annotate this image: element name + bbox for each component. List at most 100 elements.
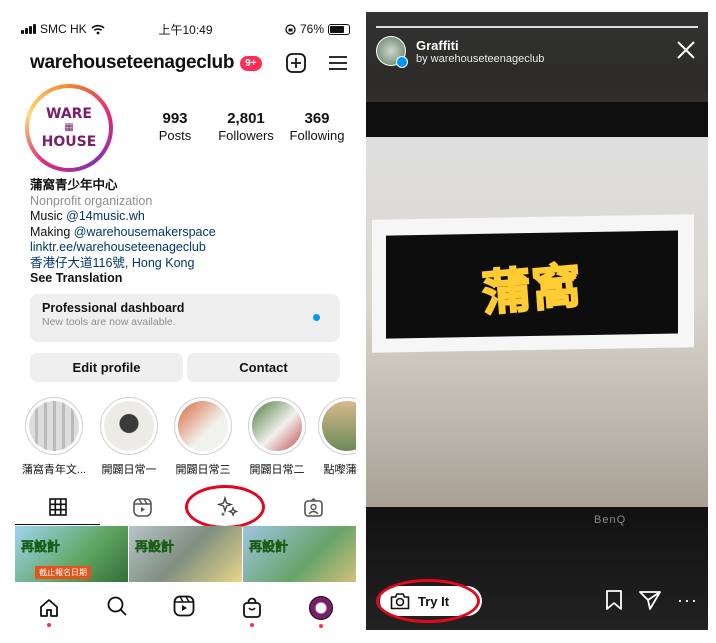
nav-search[interactable] [106, 595, 128, 622]
more-options-icon[interactable]: ··· [677, 591, 698, 609]
highlight-item[interactable]: 開闢日常二 [244, 397, 310, 477]
address-link[interactable]: 香港仔大道116號, Hong Kong [30, 256, 216, 272]
monitor-brand: BenQ [594, 514, 627, 526]
profile-avatar[interactable]: WARE ▦ HOUSE [25, 84, 113, 172]
stat-posts[interactable]: 993 Posts [142, 110, 208, 143]
stat-label: Posts [158, 128, 192, 143]
category-label: Nonprofit organization [30, 193, 153, 208]
highlight-item[interactable]: 開闢日常一 [96, 397, 162, 477]
stat-label: Followers [218, 128, 274, 143]
bookmark-icon[interactable] [605, 589, 623, 611]
display-name: 蒲窩青少年中心 [30, 178, 118, 192]
mention-link[interactable]: @warehousemakerspace [74, 225, 216, 239]
nav-dot [250, 623, 255, 627]
dashboard-title: Professional dashboard [42, 301, 185, 315]
reels-icon [133, 497, 153, 517]
stat-label: Following [289, 128, 345, 143]
effect-avatar[interactable] [376, 36, 408, 68]
status-left: SMC HK [21, 22, 105, 36]
search-icon [107, 596, 127, 616]
tab-posts[interactable] [15, 490, 101, 525]
nav-dot [319, 624, 324, 628]
profile-actions: Edit profile Contact [30, 353, 340, 382]
highlight-label: 開闢日常三 [175, 464, 231, 476]
tab-reels[interactable] [100, 490, 185, 524]
tab-tagged[interactable] [271, 490, 356, 524]
status-bar: SMC HK 上午10:49 76% [21, 20, 350, 38]
notification-badge[interactable]: 9+ [240, 55, 262, 71]
highlight-cover [248, 397, 306, 455]
edit-profile-button[interactable]: Edit profile [30, 353, 183, 382]
contact-button[interactable]: Contact [187, 353, 340, 382]
story-screen: 蒲窩 BenQ Graffiti by warehouseteenageclub… [366, 12, 708, 630]
highlight-item[interactable]: 開闢日常三 [170, 397, 236, 477]
story-highlights: 蒲窩青年文... 開闢日常一 開闢日常三 開闢日常二 點嚟蒲 [21, 397, 356, 477]
dashboard-subtitle: New tools are now available. [42, 316, 176, 328]
warehouse-logo: WARE ▦ HOUSE [41, 106, 97, 150]
battery-percent: 76% [299, 22, 324, 36]
highlight-label: 開闢日常一 [101, 464, 157, 476]
post-title: 再設計 [249, 539, 289, 555]
bottom-nav [15, 588, 356, 628]
external-link[interactable]: linktr.ee/warehouseteenageclub [30, 240, 216, 256]
stat-followers[interactable]: 2,801 Followers [213, 110, 279, 143]
post-title: 再設計 [135, 539, 175, 555]
highlight-item[interactable]: 蒲窩青年文... [21, 397, 87, 477]
create-post-icon[interactable] [286, 53, 306, 73]
header-actions [286, 53, 348, 73]
see-translation-link[interactable]: See Translation [30, 271, 216, 287]
nav-reels[interactable] [173, 595, 195, 622]
profile-stats: 993 Posts 2,801 Followers 369 Following [142, 110, 350, 143]
nav-home[interactable] [38, 597, 60, 627]
profile-screen: SMC HK 上午10:49 76% warehouseteenageclub … [15, 12, 356, 630]
clock: 上午10:49 [158, 22, 213, 37]
story-progress-bar [376, 26, 698, 28]
screenshot-root: SMC HK 上午10:49 76% warehouseteenageclub … [0, 0, 716, 643]
post-thumbnail[interactable]: 再設計 [243, 526, 356, 582]
graffiti-board: 蒲窩 [372, 214, 694, 353]
mention-link[interactable]: @14music.wh [66, 209, 145, 223]
wifi-icon [91, 24, 105, 34]
highlight-cover [100, 397, 158, 455]
highlight-label: 蒲窩青年文... [21, 464, 87, 476]
story-header: Graffiti by warehouseteenageclub [376, 36, 544, 68]
story-title-block: Graffiti by warehouseteenageclub [416, 38, 544, 65]
username[interactable]: warehouseteenageclub [30, 52, 234, 74]
status-right: 76% [285, 22, 350, 36]
bio-line-making: Making @warehousemakerspace [30, 224, 216, 239]
stat-following[interactable]: 369 Following [284, 110, 350, 143]
nav-profile[interactable] [309, 596, 334, 628]
nav-shop[interactable] [241, 597, 263, 627]
reels-icon [174, 595, 195, 616]
highlight-label: 點嚟蒲 [323, 464, 357, 476]
highlight-circle-effects-tab [185, 485, 265, 529]
carrier-label: SMC HK [40, 22, 87, 36]
nav-dot [46, 623, 51, 627]
post-thumbnail[interactable]: 再設計 截止報名日期 [15, 526, 128, 582]
highlight-cover [174, 397, 232, 455]
highlight-item[interactable]: 點嚟蒲 [318, 397, 356, 477]
new-indicator-dot [313, 314, 320, 321]
effect-author[interactable]: by warehouseteenageclub [416, 53, 544, 65]
post-title: 再設計 [21, 539, 61, 555]
stat-value: 993 [162, 110, 188, 127]
tagged-icon [304, 497, 323, 517]
menu-icon[interactable] [328, 55, 348, 71]
grid-icon [48, 498, 67, 516]
add-badge-icon [396, 56, 408, 68]
send-icon[interactable] [639, 590, 661, 610]
post-thumbnail[interactable]: 再設計 [129, 526, 242, 582]
home-icon [39, 599, 58, 617]
signal-icon [21, 24, 36, 34]
profile-header: warehouseteenageclub 9+ [30, 50, 348, 76]
shopping-bag-icon [243, 597, 262, 618]
stat-value: 369 [304, 110, 330, 127]
professional-dashboard[interactable]: Professional dashboard New tools are now… [30, 294, 340, 342]
avatar-inner: WARE ▦ HOUSE [29, 88, 109, 168]
effect-title[interactable]: Graffiti [416, 38, 544, 53]
story-actions: ··· [605, 589, 698, 611]
highlight-cover [25, 397, 83, 455]
close-icon[interactable] [676, 40, 696, 60]
battery-icon [328, 23, 350, 35]
highlight-cover [318, 397, 356, 455]
